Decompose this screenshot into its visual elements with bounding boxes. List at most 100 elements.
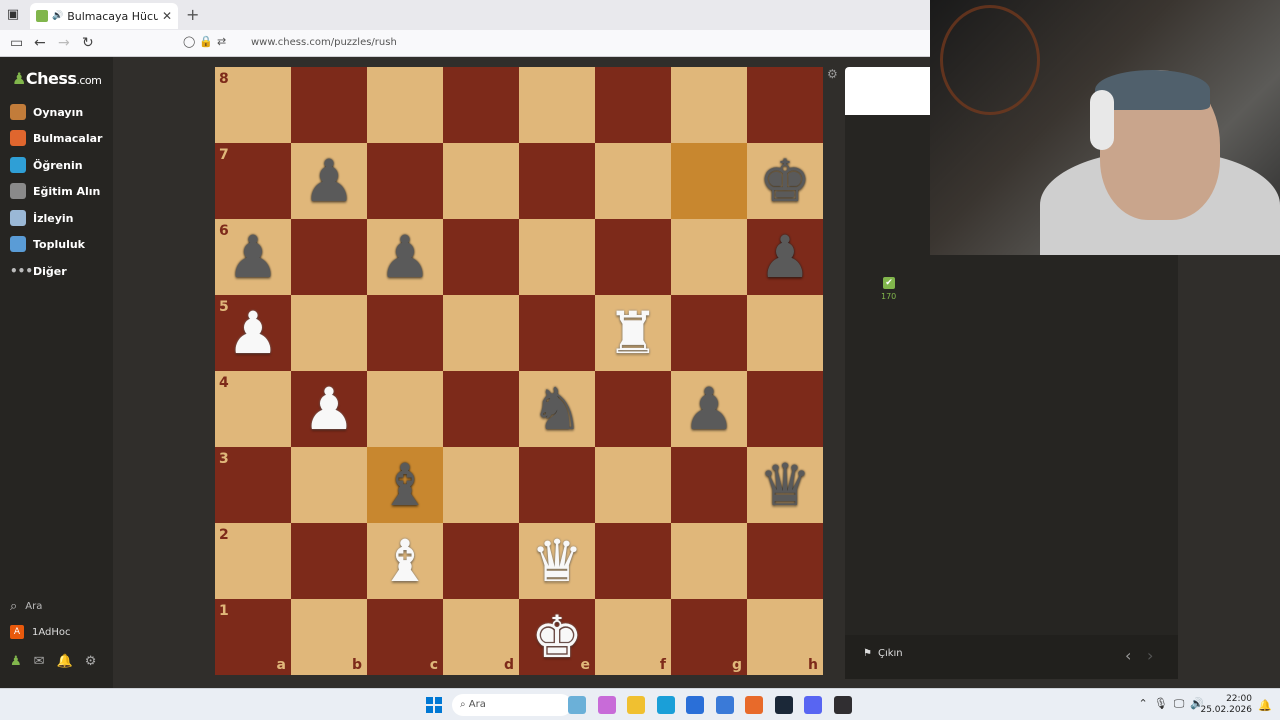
square-h5[interactable] bbox=[747, 295, 823, 371]
square-f7[interactable] bbox=[595, 143, 671, 219]
forward-icon[interactable]: → bbox=[58, 34, 70, 52]
square-d3[interactable] bbox=[443, 447, 519, 523]
friends-icon[interactable]: ♟ bbox=[10, 654, 22, 669]
square-d6[interactable] bbox=[443, 219, 519, 295]
square-f2[interactable] bbox=[595, 523, 671, 599]
gear-icon[interactable]: ⚙ bbox=[85, 654, 97, 669]
white-bishop-icon[interactable]: ♝ bbox=[367, 523, 443, 599]
tab-list-icon[interactable]: ▣ bbox=[4, 6, 22, 24]
square-d2[interactable] bbox=[443, 523, 519, 599]
square-g2[interactable] bbox=[671, 523, 747, 599]
square-c6[interactable]: ♟ bbox=[367, 219, 443, 295]
square-d7[interactable] bbox=[443, 143, 519, 219]
square-f1[interactable]: f bbox=[595, 599, 671, 675]
square-d4[interactable] bbox=[443, 371, 519, 447]
square-d1[interactable]: d bbox=[443, 599, 519, 675]
square-c7[interactable] bbox=[367, 143, 443, 219]
notification-icon[interactable]: 🔔 bbox=[1258, 699, 1272, 712]
chess-logo[interactable]: ♟Chess.com bbox=[12, 69, 102, 88]
square-h1[interactable]: h bbox=[747, 599, 823, 675]
sidebar-profile[interactable]: A 1AdHoc bbox=[10, 625, 71, 639]
square-a8[interactable]: 8 bbox=[215, 67, 291, 143]
square-g3[interactable] bbox=[671, 447, 747, 523]
widgets-app-icon[interactable] bbox=[568, 696, 586, 714]
sidebar-item-more[interactable]: ••• Diğer bbox=[10, 262, 67, 280]
discord-app-icon[interactable] bbox=[804, 696, 822, 714]
square-b7[interactable]: ♟ bbox=[291, 143, 367, 219]
square-e7[interactable] bbox=[519, 143, 595, 219]
square-g7[interactable] bbox=[671, 143, 747, 219]
square-e1[interactable]: e ♚ bbox=[519, 599, 595, 675]
taskbar-search[interactable]: ⌕ Ara bbox=[452, 694, 572, 716]
black-king-icon[interactable]: ♚ bbox=[747, 143, 823, 219]
square-h7[interactable]: ♚ bbox=[747, 143, 823, 219]
sidebar-item-puzzles[interactable]: Bulmacalar bbox=[10, 129, 102, 147]
square-e6[interactable] bbox=[519, 219, 595, 295]
square-c4[interactable] bbox=[367, 371, 443, 447]
white-pawn-icon[interactable]: ♟ bbox=[215, 295, 291, 371]
white-pawn-icon[interactable]: ♟ bbox=[291, 371, 367, 447]
square-d5[interactable] bbox=[443, 295, 519, 371]
square-g1[interactable]: g bbox=[671, 599, 747, 675]
black-pawn-icon[interactable]: ♟ bbox=[291, 143, 367, 219]
black-pawn-icon[interactable]: ♟ bbox=[671, 371, 747, 447]
black-pawn-icon[interactable]: ♟ bbox=[747, 219, 823, 295]
mail-icon[interactable]: ✉ bbox=[34, 654, 45, 669]
square-h8[interactable] bbox=[747, 67, 823, 143]
sidebar-item-watch[interactable]: İzleyin bbox=[10, 209, 74, 227]
square-c8[interactable] bbox=[367, 67, 443, 143]
square-c1[interactable]: c bbox=[367, 599, 443, 675]
speaker-icon[interactable]: 🔊 bbox=[52, 11, 63, 21]
steam-app-icon[interactable] bbox=[774, 696, 793, 714]
photos-app-icon[interactable] bbox=[597, 696, 616, 714]
square-g8[interactable] bbox=[671, 67, 747, 143]
windows-start-icon[interactable] bbox=[426, 697, 442, 713]
reload-icon[interactable]: ↻ bbox=[82, 34, 94, 52]
square-h2[interactable] bbox=[747, 523, 823, 599]
square-b5[interactable] bbox=[291, 295, 367, 371]
square-e5[interactable] bbox=[519, 295, 595, 371]
square-b8[interactable] bbox=[291, 67, 367, 143]
square-a3[interactable]: 3 bbox=[215, 447, 291, 523]
close-icon[interactable]: ✕ bbox=[162, 9, 172, 23]
black-bishop-icon[interactable]: ♝ bbox=[367, 447, 443, 523]
black-queen-icon[interactable]: ♛ bbox=[747, 447, 823, 523]
square-e3[interactable] bbox=[519, 447, 595, 523]
square-b4[interactable]: ♟ bbox=[291, 371, 367, 447]
square-g4[interactable]: ♟ bbox=[671, 371, 747, 447]
square-b1[interactable]: b bbox=[291, 599, 367, 675]
board-settings-gear-icon[interactable]: ⚙ bbox=[827, 67, 838, 81]
square-c2[interactable]: ♝ bbox=[367, 523, 443, 599]
square-e4[interactable]: ♞ bbox=[519, 371, 595, 447]
sidebar-item-community[interactable]: Topluluk bbox=[10, 235, 85, 253]
square-a6[interactable]: 6 ♟ bbox=[215, 219, 291, 295]
white-queen-icon[interactable]: ♛ bbox=[519, 523, 595, 599]
new-tab-button[interactable]: + bbox=[186, 5, 199, 24]
chess-board[interactable]: 8 7 ♟ ♚ 6 ♟ ♟ ♟ 5 ♟ ♜ 4 ♟ ♞ ♟ 3 ♝ ♛ 2 ♝ ♛ 1 a b c d e ♚ f g h bbox=[215, 67, 823, 675]
square-a1[interactable]: 1a bbox=[215, 599, 291, 675]
site-info-icons[interactable]: ◯🔒⇄ bbox=[183, 35, 230, 48]
square-c5[interactable] bbox=[367, 295, 443, 371]
sidebar-item-play[interactable]: Oynayın bbox=[10, 103, 83, 121]
square-a5[interactable]: 5 ♟ bbox=[215, 295, 291, 371]
taskbar-clock[interactable]: 22:00 25.02.2026 bbox=[1200, 694, 1252, 716]
square-b3[interactable] bbox=[291, 447, 367, 523]
square-a7[interactable]: 7 bbox=[215, 143, 291, 219]
square-g5[interactable] bbox=[671, 295, 747, 371]
square-f4[interactable] bbox=[595, 371, 671, 447]
sidebar-item-learn[interactable]: Öğrenin bbox=[10, 156, 83, 174]
store-app-icon[interactable] bbox=[686, 696, 704, 714]
system-tray-icons[interactable]: ⌃🎙🖵🔊 bbox=[1139, 697, 1210, 711]
sidebar-toggle-icon[interactable]: ▭ bbox=[10, 34, 23, 52]
chevron-left-icon[interactable]: ‹ bbox=[1125, 646, 1131, 665]
white-king-icon[interactable]: ♚ bbox=[519, 599, 595, 675]
back-icon[interactable]: ← bbox=[34, 34, 46, 52]
sidebar-search[interactable]: ⌕ Ara bbox=[10, 599, 42, 614]
square-e8[interactable] bbox=[519, 67, 595, 143]
exit-button[interactable]: ⚑ Çıkın bbox=[863, 648, 903, 659]
square-c3[interactable]: ♝ bbox=[367, 447, 443, 523]
white-rook-icon[interactable]: ♜ bbox=[595, 295, 671, 371]
square-f3[interactable] bbox=[595, 447, 671, 523]
black-knight-icon[interactable]: ♞ bbox=[519, 371, 595, 447]
square-d8[interactable] bbox=[443, 67, 519, 143]
